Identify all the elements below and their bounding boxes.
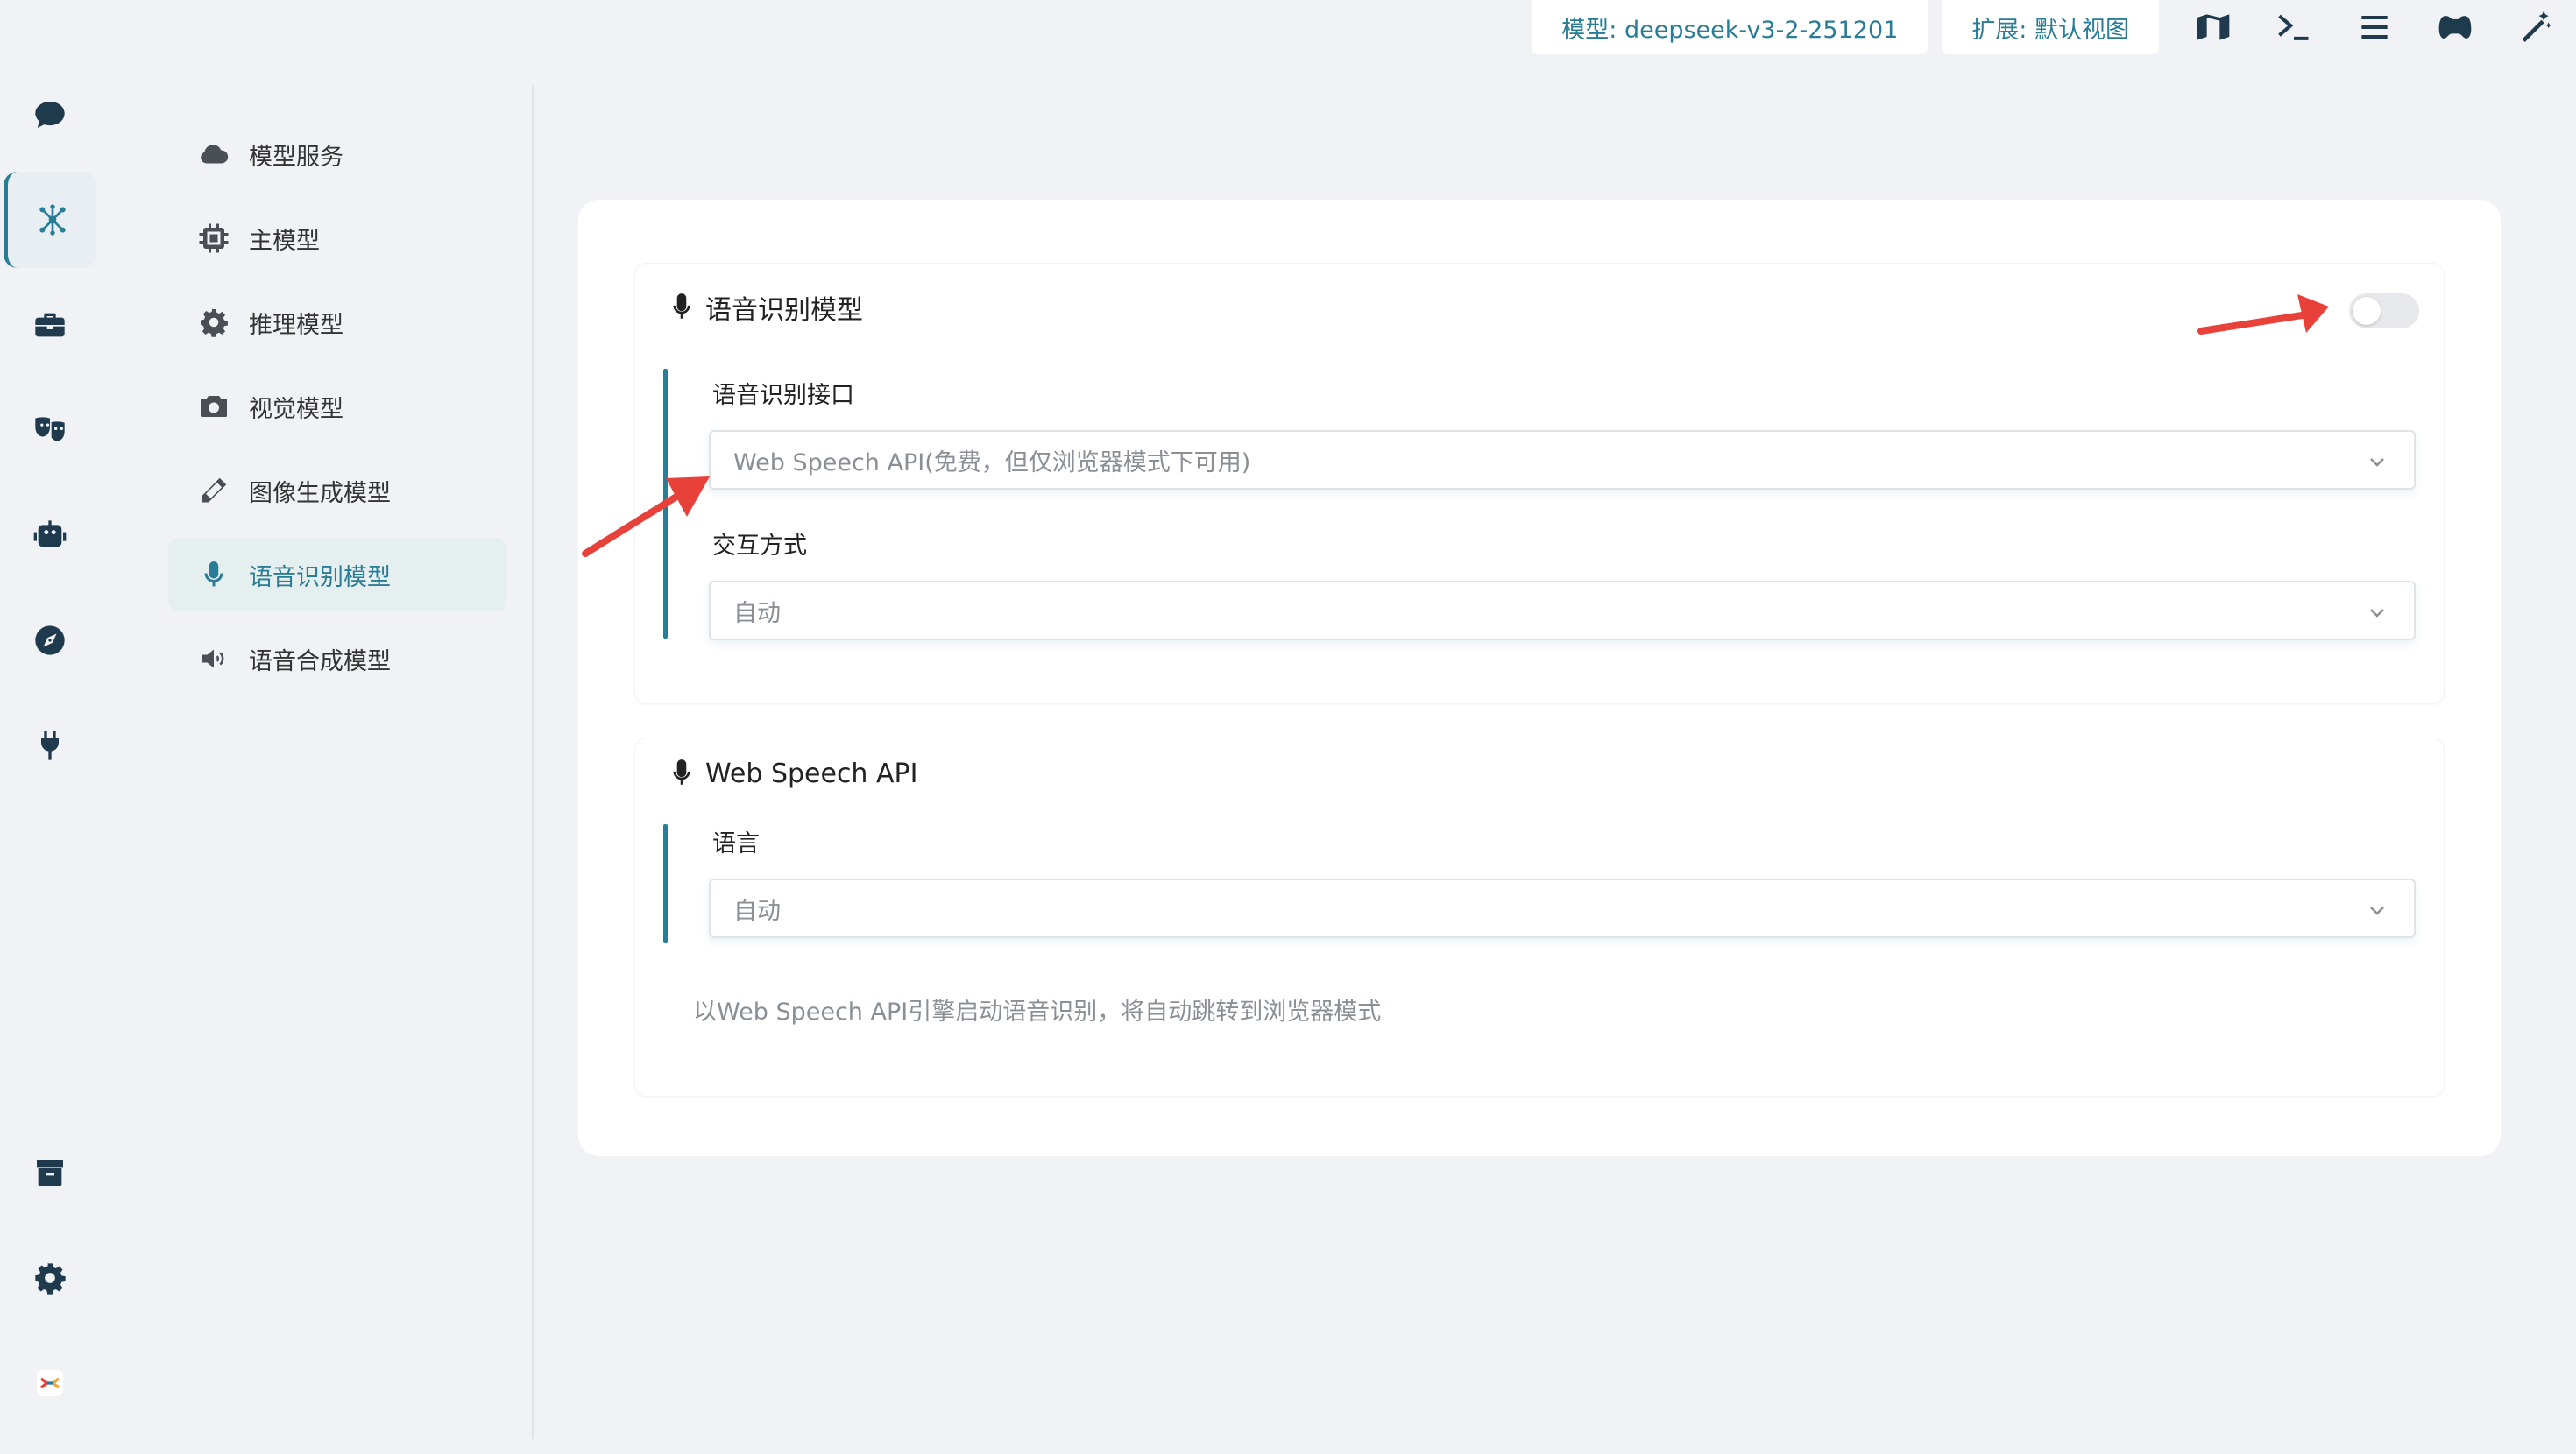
nav-item-speech-recognition-model[interactable]: 语音识别模型: [168, 538, 506, 611]
map-icon: [2197, 14, 2230, 40]
nav-item-reasoning-model[interactable]: 推理模型: [168, 286, 506, 359]
chat-icon: [35, 102, 65, 128]
chip-icon: [199, 223, 229, 253]
camera-icon: [201, 396, 227, 417]
nav-item-label: 模型服务: [249, 143, 343, 171]
nav-item-label: 主模型: [249, 227, 320, 255]
toggle-knob: [2353, 297, 2381, 325]
theater-masks-icon: [35, 417, 65, 441]
section-title-row: 语音识别模型: [670, 288, 863, 327]
rail-models[interactable]: [4, 172, 96, 268]
chevron-down-icon: [2367, 900, 2388, 921]
settings-icon: [35, 1262, 66, 1295]
rail-archive[interactable]: [4, 1125, 96, 1221]
nav-item-vision-model[interactable]: 视觉模型: [168, 370, 506, 443]
model-selector-chip[interactable]: 模型: deepseek-v3-2-251201: [1532, 0, 1928, 54]
nav-item-model-service[interactable]: 模型服务: [168, 117, 506, 191]
nav-item-label: 语音识别模型: [249, 563, 391, 591]
speech-recognition-section: 语音识别模型 语音识别接口 Web Speech API(免费，但仅浏览器模式下…: [634, 263, 2445, 704]
nav-item-label: 图像生成模型: [249, 479, 391, 507]
speech-recognition-toggle[interactable]: [2349, 293, 2419, 328]
magic-wand-icon: [2522, 11, 2551, 43]
cloud-icon: [201, 145, 229, 164]
terminal-icon: [2278, 14, 2309, 40]
map-button[interactable]: [2173, 0, 2254, 54]
menu-button[interactable]: [2334, 0, 2415, 54]
rail-explore[interactable]: [4, 592, 96, 688]
nav-item-speech-synthesis-model[interactable]: 语音合成模型: [168, 622, 506, 695]
rail-plugins[interactable]: [4, 697, 96, 794]
game-button[interactable]: [2415, 0, 2495, 54]
rail-tools[interactable]: [4, 277, 96, 373]
nav-item-image-gen-model[interactable]: 图像生成模型: [168, 454, 506, 527]
top-bar: 模型: deepseek-v3-2-251201 扩展: 默认视图: [1532, 0, 2576, 54]
gamepad-icon: [2438, 16, 2472, 39]
interface-label: 语音识别接口: [712, 382, 854, 409]
web-speech-hint: 以Web Speech API引擎启动语音识别，将自动跳转到浏览器模式: [693, 999, 1382, 1026]
section-title: 语音识别模型: [705, 295, 863, 326]
annotation-arrow-interface: [582, 476, 710, 557]
rail-settings[interactable]: [4, 1230, 96, 1326]
chevron-down-icon: [2367, 602, 2388, 623]
chevron-down-icon: [2367, 451, 2388, 472]
rail-agents[interactable]: [4, 487, 96, 583]
rail-app-logo[interactable]: [4, 1335, 96, 1431]
language-select[interactable]: 自动: [709, 879, 2416, 938]
model-hub-icon: [39, 204, 66, 236]
terminal-button[interactable]: [2254, 0, 2334, 54]
nav-item-label: 语音合成模型: [249, 647, 391, 675]
left-rail: [0, 0, 110, 1454]
archive-icon: [37, 1160, 63, 1186]
web-speech-section: Web Speech API 语言 自动 以Web Speech API引擎启动…: [634, 738, 2445, 1097]
microphone-icon: [673, 293, 690, 319]
section-title-row: Web Speech API: [670, 758, 917, 789]
interaction-select[interactable]: 自动: [709, 581, 2416, 640]
nav-item-label: 推理模型: [249, 311, 343, 339]
speaker-icon: [202, 649, 224, 668]
language-label: 语言: [712, 830, 760, 858]
interaction-select-value: 自动: [733, 599, 781, 627]
magic-button[interactable]: [2495, 0, 2576, 54]
robot-icon: [33, 520, 67, 547]
interface-select[interactable]: Web Speech API(免费，但仅浏览器模式下可用): [709, 430, 2416, 490]
app-window: 模型: deepseek-v3-2-251201 扩展: 默认视图 模型服务 主…: [0, 0, 2576, 1454]
annotation-arrow-toggle: [2197, 294, 2329, 335]
nav-item-label: 视觉模型: [249, 395, 343, 423]
menu-icon: [2361, 15, 2388, 39]
microphone-icon: [673, 759, 690, 785]
gear-cog-icon: [201, 308, 228, 337]
section-accent-bar: [663, 824, 668, 943]
nav-item-main-model[interactable]: 主模型: [168, 201, 506, 275]
extension-view-chip[interactable]: 扩展: 默认视图: [1942, 0, 2159, 54]
toolbox-icon: [35, 313, 65, 337]
plug-icon: [41, 731, 59, 760]
app-logo-icon: [37, 1370, 63, 1396]
pencil-icon: [202, 477, 227, 503]
rail-personas[interactable]: [4, 382, 96, 478]
nav-divider: [532, 86, 534, 1439]
section-title: Web Speech API: [705, 758, 918, 789]
interaction-label: 交互方式: [712, 533, 807, 560]
rail-chat[interactable]: [4, 67, 96, 163]
compass-icon: [35, 625, 65, 655]
interface-select-value: Web Speech API(免费，但仅浏览器模式下可用): [733, 448, 1251, 476]
language-select-value: 自动: [733, 897, 781, 925]
microphone-icon: [204, 561, 223, 587]
